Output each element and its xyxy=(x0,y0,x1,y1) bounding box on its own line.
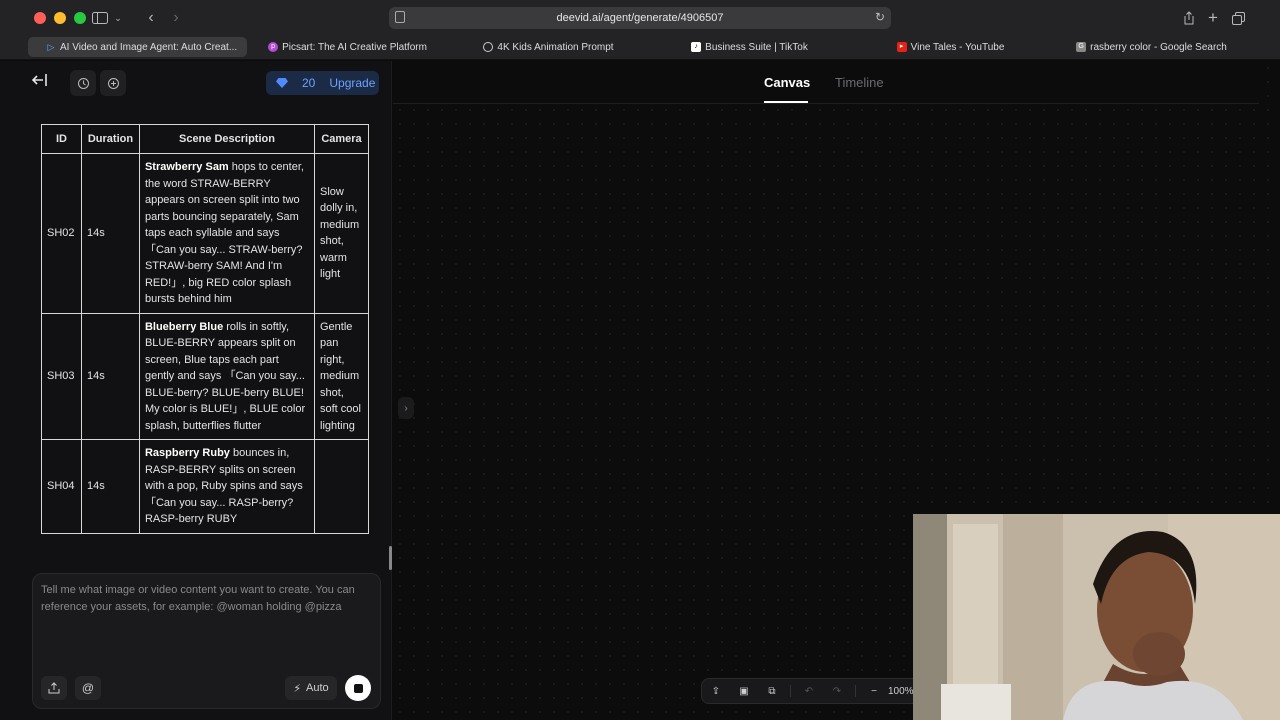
share-icon[interactable] xyxy=(1181,8,1197,28)
column-header: Camera xyxy=(314,124,369,154)
upload-icon[interactable] xyxy=(41,676,67,700)
stop-generation-button[interactable] xyxy=(345,675,371,701)
column-header: Scene Description xyxy=(138,124,316,154)
chat-header: 20 Upgrade xyxy=(0,61,392,105)
redo-icon[interactable]: ↷ xyxy=(823,686,851,697)
browser-tab[interactable]: ▸ Vine Tales - YouTube xyxy=(850,37,1051,57)
table-row: SH03 14s Blueberry Blue rolls in softly,… xyxy=(41,312,369,440)
tab-timeline[interactable]: Timeline xyxy=(835,75,884,90)
window-controls xyxy=(34,12,86,24)
shot-duration: 14s xyxy=(80,439,140,534)
tab-label: 4K Kids Animation Prompt xyxy=(497,41,614,53)
openai-icon xyxy=(483,42,494,52)
tab-label: Business Suite | TikTok xyxy=(705,41,808,53)
character-name: Strawberry Sam xyxy=(144,161,229,173)
lightning-icon: ⚡︎ xyxy=(293,682,302,695)
forward-nav-icon[interactable]: › xyxy=(168,8,184,28)
shot-duration: 14s xyxy=(80,153,140,314)
expand-panel-chevron-icon[interactable]: › xyxy=(398,397,414,419)
browser-tab[interactable]: 4K Kids Animation Prompt xyxy=(448,37,649,57)
address-bar[interactable]: deevid.ai/agent/generate/4906507 ↻ xyxy=(389,7,891,29)
description-text: hops to center, the word STRAW-BERRY app… xyxy=(144,161,304,305)
shot-description: Raspberry Ruby bounces in, RASP-BERRY sp… xyxy=(138,439,316,534)
character-name: Raspberry Ruby xyxy=(144,447,230,459)
mention-button[interactable]: @ xyxy=(75,676,101,700)
shot-camera: Slow dolly in, medium shot, warm light xyxy=(314,153,369,314)
prompt-input[interactable]: Tell me what image or video content you … xyxy=(41,582,375,615)
add-video-icon[interactable]: ⧉ xyxy=(758,686,786,697)
table-header-row: ID Duration Scene Description Camera xyxy=(41,124,369,154)
upgrade-button[interactable]: Upgrade xyxy=(329,76,375,90)
tab-label: Picsart: The AI Creative Platform xyxy=(282,41,427,53)
canvas-tab-bar: Canvas Timeline xyxy=(393,61,1259,104)
shot-list-table: ID Duration Scene Description Camera SH0… xyxy=(41,124,369,534)
shot-camera: Gentle pan right, medium shot, soft cool… xyxy=(314,312,369,440)
zoom-out-icon[interactable]: − xyxy=(860,686,888,697)
gem-icon xyxy=(276,78,288,88)
zoom-level: 100% xyxy=(888,685,914,697)
youtube-icon: ▸ xyxy=(896,42,907,52)
webcam-overlay xyxy=(913,514,1280,720)
shot-camera xyxy=(314,439,369,534)
browser-tab[interactable]: G rasberry color - Google Search xyxy=(1051,37,1252,57)
browser-tab[interactable]: p Picsart: The AI Creative Platform xyxy=(247,37,448,57)
divider xyxy=(855,685,856,697)
divider xyxy=(790,685,791,697)
credits-badge[interactable]: 20 Upgrade xyxy=(266,71,379,95)
history-icon[interactable] xyxy=(70,70,96,96)
column-header: ID xyxy=(41,124,82,154)
active-tab-indicator xyxy=(764,101,808,103)
table-row: SH02 14s Strawberry Sam hops to center, … xyxy=(41,153,369,314)
maximize-window-button[interactable] xyxy=(74,12,86,24)
character-name: Blueberry Blue xyxy=(144,320,224,333)
browser-tab[interactable]: ▷ AI Video and Image Agent: Auto Creat..… xyxy=(28,37,247,57)
play-icon: ▷ xyxy=(47,42,55,52)
undo-icon[interactable]: ↶ xyxy=(795,686,823,697)
tab-overview-icon[interactable] xyxy=(1230,8,1246,28)
column-header: Duration xyxy=(80,124,140,154)
shot-description: Blueberry Blue rolls in softly, BLUE-BER… xyxy=(138,312,316,440)
tab-canvas[interactable]: Canvas xyxy=(764,75,810,90)
shot-id: SH03 xyxy=(41,312,82,440)
stop-icon xyxy=(353,683,363,693)
tab-bar: ▷ AI Video and Image Agent: Auto Creat..… xyxy=(28,37,1252,57)
google-icon: G xyxy=(1076,42,1087,52)
export-icon[interactable]: ⇪ xyxy=(702,686,730,697)
reload-icon[interactable]: ↻ xyxy=(875,10,885,24)
prompt-composer: Tell me what image or video content you … xyxy=(32,573,381,709)
canvas-toolbar: ⇪ ▣ ⧉ ↶ ↷ − 100% xyxy=(701,678,921,704)
url-text: deevid.ai/agent/generate/4906507 xyxy=(556,12,724,24)
collapse-panel-icon[interactable] xyxy=(31,73,50,91)
picsart-icon: p xyxy=(268,42,279,52)
credit-count: 20 xyxy=(302,76,316,90)
sidebar-toggle-icon[interactable]: ⌄ xyxy=(92,8,122,28)
back-nav-icon[interactable]: ‹ xyxy=(143,8,159,28)
page-settings-icon[interactable] xyxy=(395,11,405,23)
shot-description: Strawberry Sam hops to center, the word … xyxy=(138,153,316,314)
new-tab-icon[interactable]: + xyxy=(1205,8,1221,28)
table-row: SH04 14s Raspberry Ruby bounces in, RASP… xyxy=(41,439,369,534)
auto-label: Auto xyxy=(306,682,329,694)
shot-id: SH02 xyxy=(41,153,82,314)
auto-mode-button[interactable]: ⚡︎ Auto xyxy=(285,676,337,700)
browser-tab[interactable]: ♪ Business Suite | TikTok xyxy=(649,37,850,57)
new-chat-icon[interactable] xyxy=(100,70,126,96)
shot-duration: 14s xyxy=(80,312,140,440)
browser-chrome: ⌄ ‹ › deevid.ai/agent/generate/4906507 ↻… xyxy=(0,0,1280,60)
minimize-window-button[interactable] xyxy=(54,12,66,24)
shot-id: SH04 xyxy=(41,439,82,534)
tab-label: Vine Tales - YouTube xyxy=(910,41,1005,53)
close-window-button[interactable] xyxy=(34,12,46,24)
description-text: rolls in softly, BLUE-BERRY appears spli… xyxy=(144,320,306,432)
add-image-icon[interactable]: ▣ xyxy=(730,686,758,697)
tab-label: rasberry color - Google Search xyxy=(1090,41,1227,53)
tab-label: AI Video and Image Agent: Auto Creat... xyxy=(60,41,238,53)
tiktok-icon: ♪ xyxy=(691,42,702,52)
chat-scrollbar[interactable] xyxy=(389,546,392,570)
chat-panel: 20 Upgrade ID Duration Scene Description… xyxy=(0,61,392,720)
